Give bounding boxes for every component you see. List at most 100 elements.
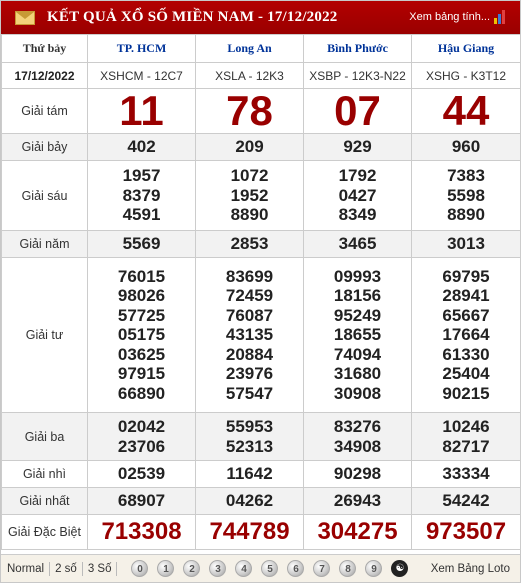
prize-number: 31680 [333, 364, 382, 384]
digit-filter: 0123456789 [131, 560, 391, 577]
prize-number: 11642 [226, 464, 273, 484]
prize-number: 76015 [117, 266, 166, 286]
province-header-row: Thứ bảy TP. HCM Long An Bình Phước Hậu G… [1, 34, 521, 63]
prize-number: 304275 [317, 518, 398, 545]
prize-cell: 26943 [303, 487, 412, 515]
day-label: Thứ bảy [1, 34, 88, 63]
province-link[interactable]: TP. HCM [87, 34, 196, 63]
footer-bar: Normal 2 số 3 Số 0123456789 ☯ Xem Bảng L… [1, 554, 520, 582]
mode-normal[interactable]: Normal [1, 561, 51, 576]
bar-chart-icon[interactable] [494, 10, 508, 24]
digit-ball[interactable]: 1 [157, 560, 175, 577]
province-link[interactable]: Long An [195, 34, 304, 63]
prize-number: 57725 [117, 305, 166, 325]
prize-row: Giải tư 76015 98026 57725 05175 03625 97915 668… [1, 257, 521, 413]
prize-number: 929 [343, 137, 372, 157]
view-loto-link[interactable]: Xem Bảng Loto [431, 563, 510, 575]
prize-number: 33334 [442, 464, 490, 484]
prize-number: 05175 [117, 325, 166, 345]
prize-row: Giải bảy 402 209 929 960 [1, 133, 521, 161]
prize-number: 09993 [333, 266, 382, 286]
digit-ball[interactable]: 9 [365, 560, 383, 577]
prize-number: 69795 [442, 266, 490, 286]
digit-ball[interactable]: 2 [183, 560, 201, 577]
prize-number: 1072 [230, 166, 269, 186]
digit-ball[interactable]: 8 [339, 560, 357, 577]
ticket-code: XSLA - 12K3 [195, 62, 304, 89]
prize-number: 209 [235, 137, 264, 157]
prize-cell: 78 [195, 87, 304, 134]
prize-cell: 02042 23706 [87, 412, 196, 461]
prize-number: 2853 [230, 234, 269, 254]
digit-ball[interactable]: 4 [235, 560, 253, 577]
prize-number: 960 [451, 137, 481, 157]
prize-number: 402 [127, 137, 156, 157]
prize-cell: 3465 [303, 230, 412, 258]
prize-number: 90298 [333, 464, 382, 484]
prize-number: 3013 [447, 234, 485, 254]
prize-cell: 744789 [195, 514, 304, 550]
prize-cell: 304275 [303, 514, 412, 550]
digit-ball[interactable]: 0 [131, 560, 149, 577]
prize-number: 7383 [447, 166, 485, 186]
ticket-code: XSBP - 12K3-N22 [303, 62, 412, 89]
prize-number: 57547 [225, 383, 274, 403]
province-link[interactable]: Hậu Giang [411, 34, 521, 63]
prize-row: Giải nhì 02539 11642 90298 33334 [1, 460, 521, 488]
prize-number: 5598 [447, 185, 485, 205]
prize-label: Giải năm [1, 230, 88, 258]
prize-number: 8890 [230, 205, 269, 225]
prize-cell: 90298 [303, 460, 412, 488]
prize-cell: 02539 [87, 460, 196, 488]
prize-number: 3465 [338, 234, 377, 254]
prize-cell: 76015 98026 57725 05175 03625 97915 66890 [87, 257, 196, 413]
prize-number: 1952 [230, 185, 269, 205]
prize-cell: 402 [87, 133, 196, 161]
prize-cell: 44 [411, 88, 521, 134]
prize-label: Giải sáu [1, 160, 88, 231]
mode-2-digits[interactable]: 2 số [50, 561, 83, 576]
prize-cell: 68907 [87, 487, 196, 515]
prize-number: 8890 [447, 205, 485, 225]
prize-cell: 713308 [87, 514, 196, 550]
mail-icon [15, 10, 35, 25]
prize-number: 66890 [117, 383, 166, 403]
prize-number: 03625 [117, 344, 166, 364]
prize-number: 02042 [117, 417, 166, 436]
prize-cell: 83276 34908 [303, 412, 412, 461]
prize-number: 83276 [333, 417, 382, 436]
prize-number: 8349 [338, 205, 377, 225]
prize-cell: 83699 72459 76087 43135 20884 23976 57547 [195, 257, 304, 413]
prize-number: 72459 [225, 286, 274, 306]
province-link[interactable]: Bình Phước [303, 34, 412, 63]
code-row: 17/12/2022 XSHCM - 12C7 XSLA - 12K3 XSBP… [1, 62, 521, 89]
prize-row: Giải sáu 1957 8379 4591 1072 1952 8890 1792 0427… [1, 160, 521, 231]
digit-ball[interactable]: 5 [261, 560, 279, 577]
prize-number: 78 [226, 87, 273, 134]
prize-cell: 09993 18156 95249 18655 74094 31680 30908 [303, 257, 412, 413]
prize-label: Giải nhì [1, 460, 88, 488]
prize-cell: 04262 [195, 487, 304, 515]
prize-cell: 2853 [195, 230, 304, 258]
prize-number: 25404 [442, 364, 490, 384]
prize-number: 17664 [442, 325, 490, 345]
prize-number: 54242 [442, 491, 490, 511]
prize-number: 30908 [333, 383, 382, 403]
prize-row: Giải tám 11 78 07 44 [1, 87, 521, 134]
prize-number: 973507 [425, 518, 507, 545]
yin-yang-icon[interactable]: ☯ [391, 560, 409, 577]
prize-number: 95249 [333, 305, 382, 325]
prize-cell: 1957 8379 4591 [87, 160, 196, 231]
digit-ball[interactable]: 7 [313, 560, 331, 577]
prize-cell: 3013 [411, 230, 521, 258]
view-table-link[interactable]: Xem bảng tính... [409, 11, 490, 23]
digit-ball[interactable]: 3 [209, 560, 227, 577]
mode-3-digits[interactable]: 3 Số [83, 561, 118, 576]
results-widget: KẾT QUẢ XỔ SỐ MIỀN NAM - 17/12/2022 Xem … [0, 0, 521, 583]
prize-number: 8379 [122, 185, 161, 205]
digit-ball[interactable]: 6 [287, 560, 305, 577]
prize-cell: 69795 28941 65667 17664 61330 25404 90215 [411, 257, 521, 413]
prize-number: 98026 [117, 286, 166, 306]
prize-number: 07 [334, 87, 381, 134]
prize-number: 52313 [225, 436, 274, 456]
